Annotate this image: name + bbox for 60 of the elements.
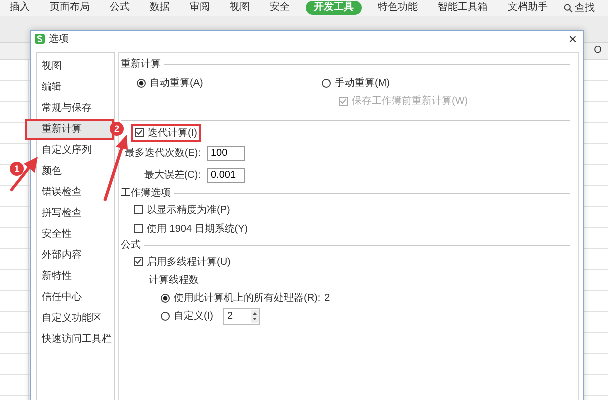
sidebar-item[interactable]: 快速访问工具栏 bbox=[37, 329, 114, 350]
sidebar-item[interactable]: 信任中心 bbox=[37, 287, 114, 308]
ribbon-tab[interactable]: 插入 bbox=[6, 1, 34, 15]
section-title: 工作簿选项 bbox=[121, 186, 171, 200]
ribbon-tab[interactable]: 数据 bbox=[146, 1, 174, 15]
ribbon-tab[interactable]: 页面布局 bbox=[46, 1, 94, 15]
checkbox[interactable] bbox=[134, 205, 143, 214]
ribbon-tab[interactable]: 审阅 bbox=[186, 1, 214, 15]
checkbox-option[interactable]: 启用多线程计算(U) bbox=[131, 254, 234, 270]
ribbon-tab[interactable]: 特色功能 bbox=[374, 1, 422, 15]
radio-button[interactable] bbox=[161, 294, 170, 302]
sidebar-item[interactable]: 外部内容 bbox=[37, 245, 114, 266]
option-label: 使用此计算机上的所有处理器(R): bbox=[174, 292, 321, 305]
checkbox-label: 保存工作簿前重新计算(W) bbox=[352, 94, 468, 108]
ribbon-tab[interactable]: 文档助手 bbox=[504, 1, 552, 15]
sidebar-item[interactable]: 编辑 bbox=[37, 77, 114, 98]
sidebar-item[interactable]: 新特性 bbox=[37, 266, 114, 287]
search-button[interactable]: 查找 bbox=[564, 1, 595, 15]
spin-arrows-icon[interactable] bbox=[251, 310, 260, 322]
highlighted-checkbox-option[interactable]: 迭代计算(I) bbox=[131, 124, 202, 142]
input-field[interactable]: 100 bbox=[207, 146, 245, 160]
field-label: 最多迭代次数(E): bbox=[124, 146, 202, 160]
radio-button[interactable] bbox=[161, 312, 170, 320]
option-label: 手动重算(M) bbox=[335, 76, 390, 90]
section-title: 公式 bbox=[121, 238, 141, 252]
ribbon-tab[interactable]: 公式 bbox=[106, 1, 134, 15]
field-label: 最大误差(C): bbox=[143, 168, 202, 182]
radio-button[interactable] bbox=[322, 78, 331, 88]
step-badge: 1 bbox=[10, 162, 24, 176]
arrow bbox=[10, 157, 38, 192]
ribbon-tab[interactable]: 智能工具箱 bbox=[434, 1, 492, 15]
checkbox[interactable] bbox=[134, 224, 143, 233]
sidebar-item[interactable]: 视图 bbox=[37, 56, 114, 77]
sidebar-item[interactable]: 拼写检查 bbox=[37, 203, 114, 224]
checkbox[interactable] bbox=[135, 128, 144, 137]
window-title: 选项 bbox=[49, 32, 70, 46]
sidebar-item[interactable]: 自定义序列 bbox=[37, 140, 114, 161]
checkbox[interactable] bbox=[134, 257, 143, 266]
checkbox-option[interactable]: 以显示精度为准(P) bbox=[131, 202, 234, 218]
sidebar-item[interactable]: 自定义功能区 bbox=[37, 308, 114, 329]
section-title: 重新计算 bbox=[121, 58, 161, 71]
spin-field[interactable]: 2 bbox=[223, 308, 260, 324]
option-label: 自定义(I) bbox=[174, 310, 214, 323]
value-text: 2 bbox=[324, 292, 330, 304]
ribbon-tab[interactable]: 视图 bbox=[226, 1, 254, 15]
ribbon-tab[interactable]: 安全 bbox=[266, 1, 294, 15]
option-label: 自动重算(A) bbox=[150, 76, 204, 90]
caption-label: 计算线程数 bbox=[149, 274, 199, 287]
checkbox-option[interactable]: 使用 1904 日期系统(Y) bbox=[131, 220, 252, 236]
sidebar-item[interactable]: 常规与保存 bbox=[37, 98, 114, 119]
radio-button[interactable] bbox=[137, 78, 146, 88]
sidebar-item[interactable]: 错误检查 bbox=[37, 182, 114, 203]
search-icon bbox=[564, 4, 573, 12]
input-field[interactable]: 0.001 bbox=[207, 168, 245, 182]
app-logo-icon bbox=[35, 34, 45, 44]
sidebar-item[interactable]: 颜色 bbox=[37, 161, 114, 182]
close-button[interactable]: × bbox=[566, 32, 579, 46]
sidebar-item[interactable]: 重新计算 bbox=[25, 119, 114, 140]
column-header: O bbox=[593, 44, 603, 58]
sidebar-item[interactable]: 安全性 bbox=[37, 224, 114, 245]
